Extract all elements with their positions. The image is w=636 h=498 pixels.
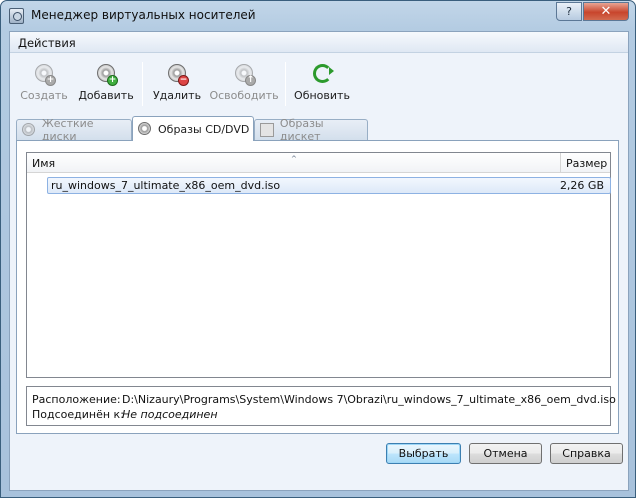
attached-value: Не подсоединен	[122, 408, 218, 421]
tab-panel-cd-dvd: Имя ^ Размер ru_windows_7_ultimate_x86_o…	[16, 140, 619, 434]
sort-ascending-icon: ^	[291, 155, 297, 163]
location-label: Расположение:	[32, 393, 121, 406]
client-area: Действия + Создать + Добавить − Удалить …	[9, 31, 629, 491]
attached-label: Подсоединён к:	[32, 408, 124, 421]
disk-release-icon: ↑	[232, 62, 256, 86]
column-name-label: Имя	[32, 156, 56, 170]
media-manager-window: Менеджер виртуальных носителей ? ✕ Дейст…	[0, 0, 636, 498]
add-label: Добавить	[78, 89, 134, 102]
tab-hard-disks[interactable]: Жесткие диски	[16, 117, 132, 143]
create-label: Создать	[20, 89, 68, 102]
title-bar[interactable]: Менеджер виртуальных носителей ? ✕	[1, 1, 635, 31]
hard-disk-icon	[22, 123, 36, 137]
disk-add-icon: +	[94, 62, 118, 86]
toolbar-separator	[285, 62, 286, 106]
create-button[interactable]: + Создать	[12, 62, 76, 102]
close-button[interactable]: ✕	[583, 2, 629, 21]
app-icon	[9, 8, 24, 24]
release-button[interactable]: ↑ Освободить	[209, 62, 279, 102]
location-value: D:\Nizaury\Programs\System\Windows 7\Obr…	[122, 393, 616, 406]
column-header-size[interactable]: Размер	[561, 153, 611, 173]
cancel-button[interactable]: Отмена	[469, 443, 542, 464]
column-header-name[interactable]: Имя ^	[27, 153, 561, 173]
tab-floppy[interactable]: Образы дискет	[254, 117, 368, 143]
list-item[interactable]: ru_windows_7_ultimate_x86_oem_dvd.iso 2,…	[47, 177, 611, 194]
list-header: Имя ^ Размер	[27, 153, 610, 173]
help-button[interactable]: Справка	[550, 443, 623, 464]
remove-button[interactable]: − Удалить	[145, 62, 209, 102]
refresh-label: Обновить	[294, 89, 350, 102]
disk-new-icon: +	[32, 62, 56, 86]
add-button[interactable]: + Добавить	[74, 62, 138, 102]
menu-actions[interactable]: Действия	[18, 36, 76, 50]
select-button[interactable]: Выбрать	[386, 443, 461, 464]
tab-cd-dvd[interactable]: Образы CD/DVD	[132, 116, 254, 141]
tab-cd-dvd-label: Образы CD/DVD	[158, 122, 250, 136]
details-panel: Расположение: D:\Nizaury\Programs\System…	[26, 386, 616, 426]
item-size: 2,26 GB	[559, 179, 604, 192]
toolbar: + Создать + Добавить − Удалить ↑ Освобод…	[10, 54, 628, 110]
refresh-icon	[310, 62, 334, 86]
item-name: ru_windows_7_ultimate_x86_oem_dvd.iso	[51, 179, 281, 192]
remove-label: Удалить	[152, 89, 202, 102]
tab-strip: Жесткие диски Образы CD/DVD Образы диске…	[16, 116, 616, 143]
disk-remove-icon: −	[165, 62, 189, 86]
refresh-button[interactable]: Обновить	[290, 62, 354, 102]
help-title-button[interactable]: ?	[556, 2, 582, 21]
toolbar-separator	[142, 62, 143, 106]
media-list[interactable]: Имя ^ Размер ru_windows_7_ultimate_x86_o…	[26, 152, 611, 378]
release-label: Освободить	[209, 89, 279, 102]
floppy-icon	[260, 123, 274, 137]
window-title: Менеджер виртуальных носителей	[31, 8, 256, 22]
menu-bar: Действия	[10, 32, 628, 53]
cd-dvd-icon	[138, 122, 152, 136]
